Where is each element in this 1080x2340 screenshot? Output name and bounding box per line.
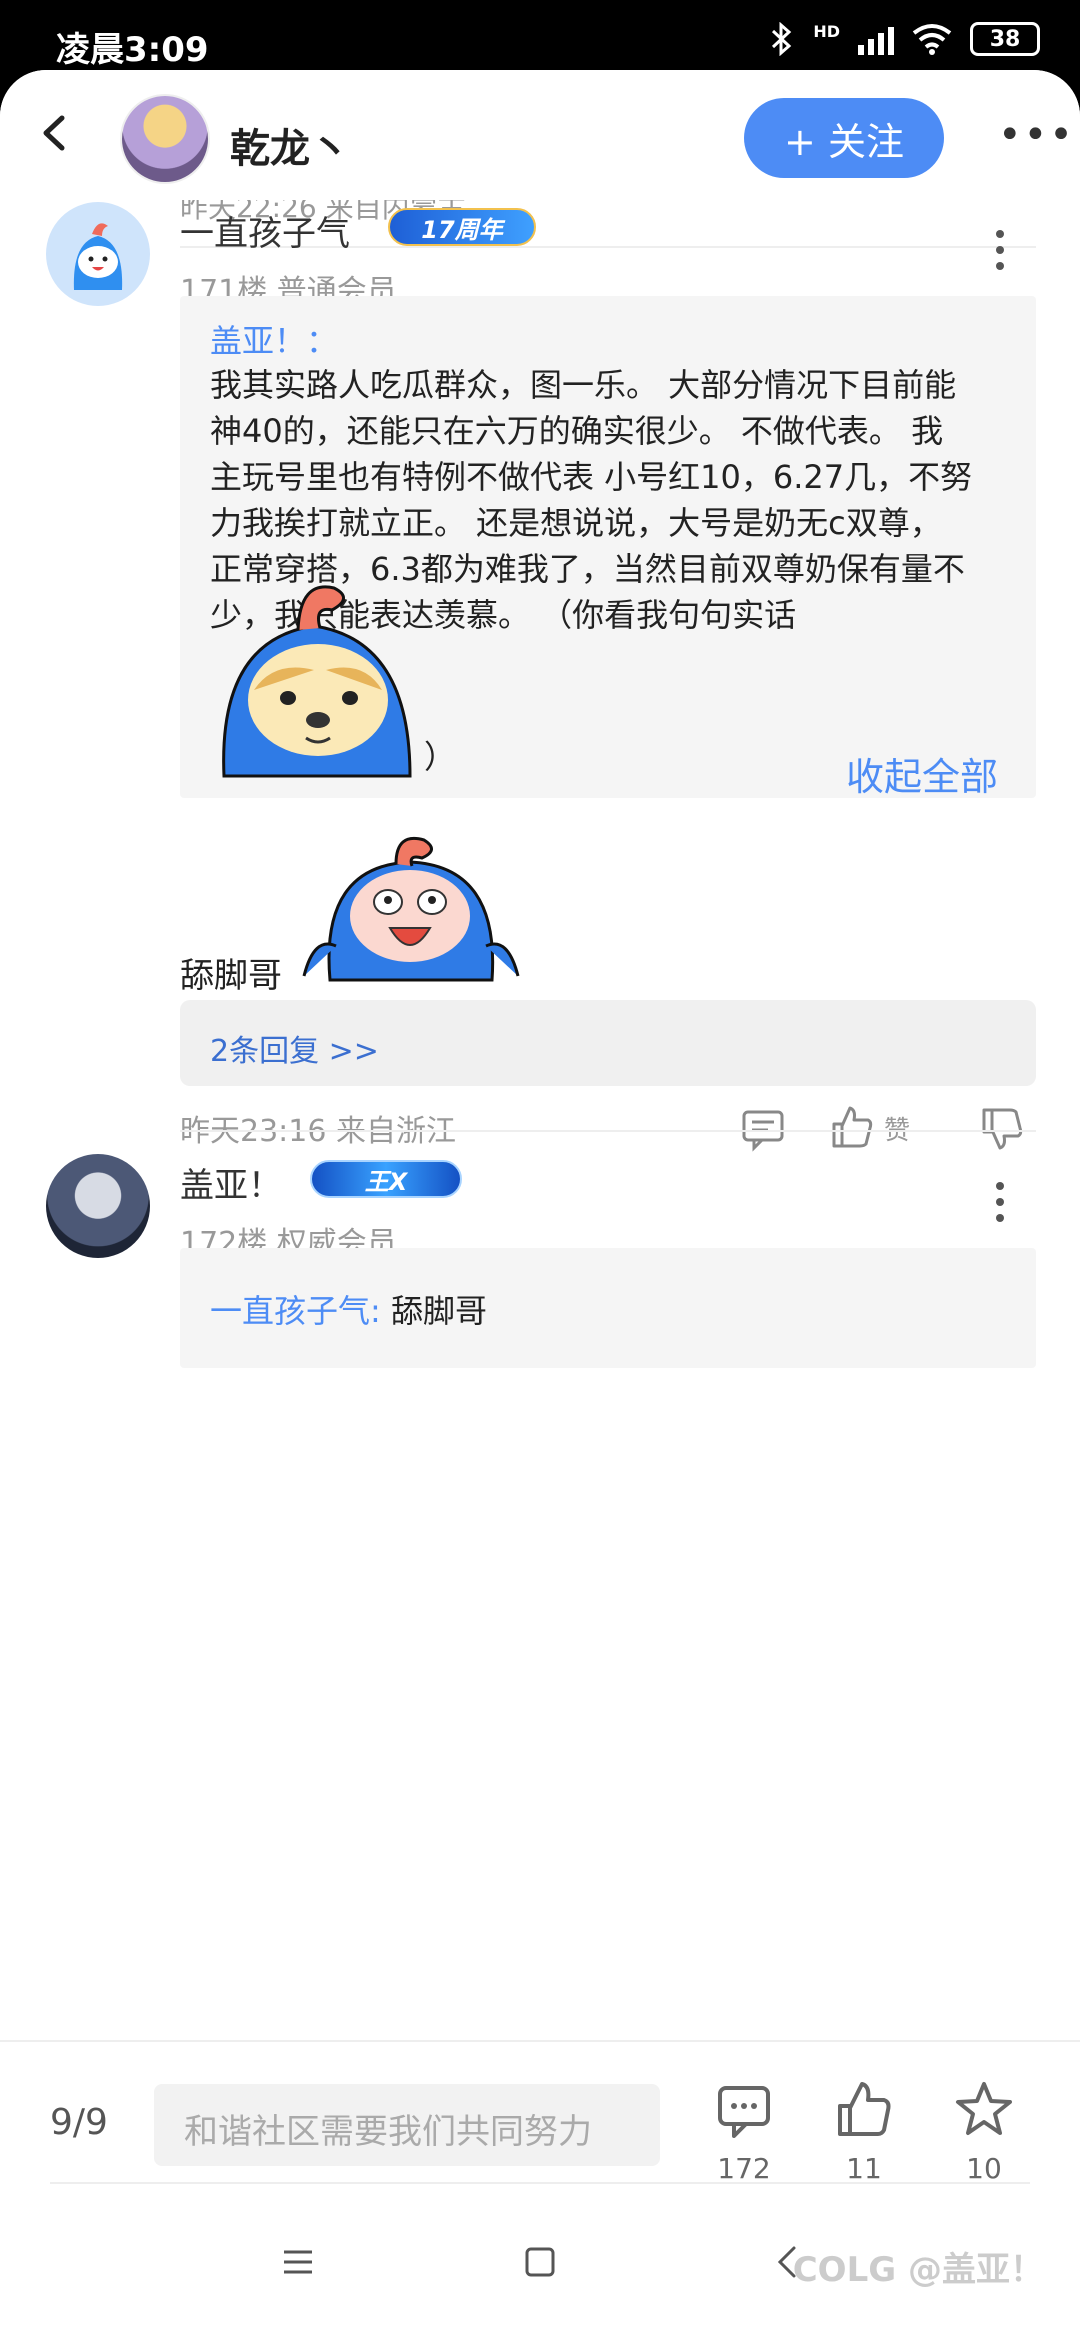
battery-icon: 38 — [970, 22, 1040, 56]
more-options-icon[interactable]: ••• — [998, 110, 1073, 160]
dislike-icon[interactable] — [978, 1106, 1024, 1152]
comment-time-location: 昨天23:16 来自浙江 — [180, 1114, 456, 1149]
comment-input[interactable]: 和谐社区需要我们共同努力 — [154, 2084, 660, 2166]
menu-icon[interactable] — [278, 2242, 318, 2282]
mascot-avatar-icon — [73, 223, 123, 290]
network-type-label: HD — [813, 22, 840, 41]
follow-button[interactable]: + 关注 — [744, 98, 944, 178]
watermark: COLG @盖亚！ — [792, 2250, 1044, 2290]
divider — [180, 1130, 1036, 1132]
signal-icon — [858, 23, 894, 55]
quote-line: 神40的，还能只在六万的确实很少。 不做代表。 我 — [210, 412, 944, 450]
quote-line: 一直孩子气: 舔脚哥 — [210, 1286, 487, 1332]
quote-tail: ） — [424, 738, 457, 776]
like-count: 11 — [846, 2152, 882, 2185]
comment-icon[interactable] — [714, 2082, 774, 2142]
post-header: 乾龙丶 + 关注 ••• — [0, 70, 1080, 200]
comment-input-placeholder: 和谐社区需要我们共同努力 — [184, 2112, 592, 2152]
quote-line: 主玩号里也有特例不做代表 小号红10，6.27几，不努 — [210, 458, 973, 496]
commenter-name[interactable]: 一直孩子气 — [180, 206, 350, 255]
collapse-all-link[interactable]: 收起全部 — [846, 746, 998, 801]
quote-author[interactable]: 一直孩子气: — [210, 1292, 381, 1330]
like-icon[interactable] — [834, 2080, 894, 2140]
comment-count: 172 — [717, 2152, 771, 2185]
author-name[interactable]: 乾龙丶 — [230, 116, 350, 174]
status-icons: HD 38 — [769, 22, 1040, 56]
divider — [50, 2182, 1030, 2184]
doge-mascot-sticker — [222, 585, 412, 778]
quote-author[interactable]: 盖亚！： — [210, 316, 338, 362]
quote-line: 力我挨打就立正。 还是想说说，大号是奶无c双尊， — [210, 504, 942, 542]
laughing-mascot-sticker — [302, 837, 520, 982]
star-count: 10 — [966, 2152, 1002, 2185]
status-time: 凌晨3:09 — [56, 30, 209, 70]
comment-menu-icon[interactable] — [980, 1172, 1020, 1232]
bluetooth-icon — [772, 22, 792, 56]
bottom-action-bar: 9/9 和谐社区需要我们共同努力 172 11 10 COLG @盖亚！ — [0, 2040, 1080, 2340]
reply-text: 舔脚哥 — [180, 956, 282, 996]
commenter-avatar[interactable] — [46, 1154, 150, 1258]
like-icon[interactable] — [828, 1104, 874, 1150]
wifi-icon — [912, 24, 952, 55]
author-avatar[interactable] — [120, 94, 210, 184]
home-icon[interactable] — [520, 2242, 560, 2282]
quote-content: 舔脚哥 — [390, 1292, 487, 1330]
page-count[interactable]: 9/9 — [50, 2102, 108, 2143]
commenter-avatar[interactable] — [46, 202, 150, 306]
anniversary-badge: 17周年 — [388, 208, 536, 246]
level-badge: 王X — [310, 1160, 462, 1198]
view-replies-link[interactable]: 2条回复 >> — [210, 1026, 379, 1070]
comment-menu-icon[interactable] — [980, 220, 1020, 280]
back-arrow-icon[interactable] — [30, 108, 80, 158]
reply-icon[interactable] — [740, 1106, 786, 1152]
post-page: 乾龙丶 + 关注 ••• 昨天22:26 来自内蒙古 一直孩子气 17周年 17… — [0, 70, 1080, 2340]
like-label[interactable]: 赞 — [884, 1110, 910, 1147]
star-icon[interactable] — [954, 2080, 1014, 2140]
commenter-name[interactable]: 盖亚！ — [180, 1158, 282, 1207]
quote-line: 我其实路人吃瓜群众，图一乐。 大部分情况下目前能 — [210, 366, 957, 404]
